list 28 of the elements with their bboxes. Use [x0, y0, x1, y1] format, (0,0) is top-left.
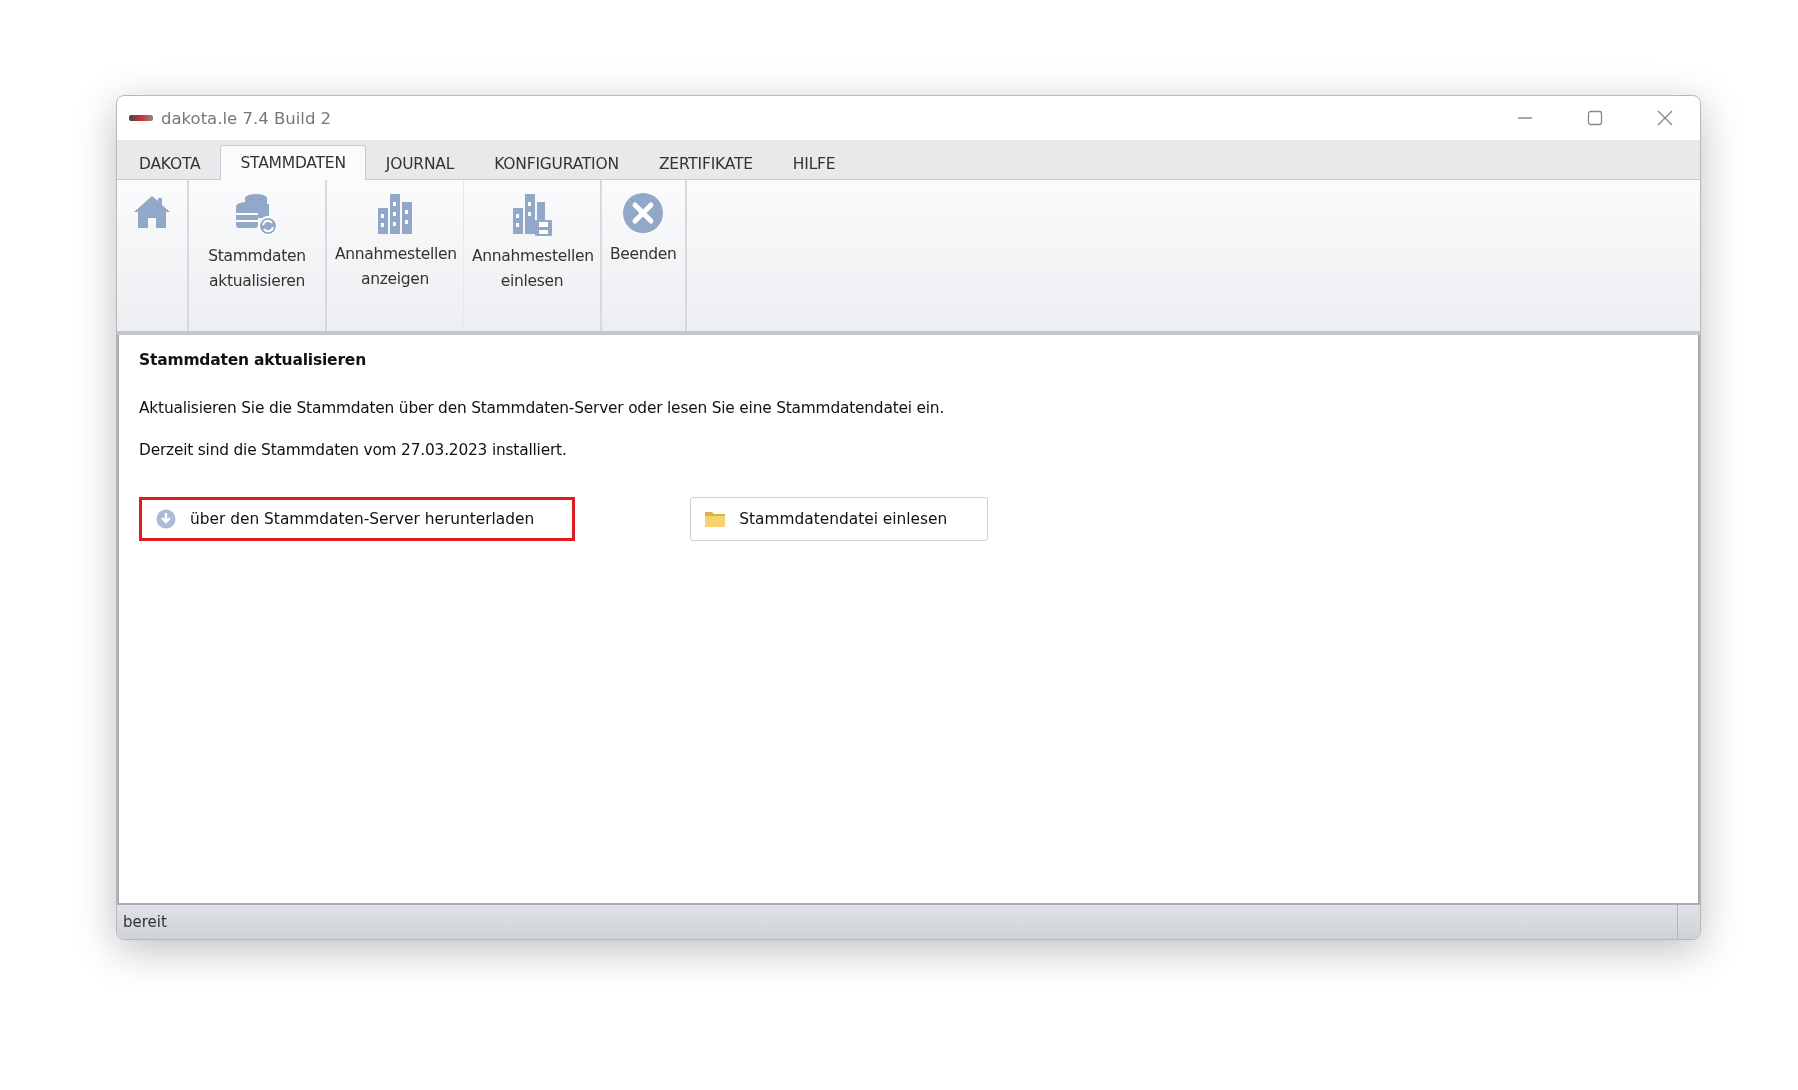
info-text: Derzeit sind die Stammdaten vom 27.03.2023 installiert.: [139, 441, 568, 459]
window-title: dakota.le 7.4 Build 2: [161, 108, 332, 128]
database-sync-icon: [235, 192, 279, 236]
building-floppy-icon: [511, 192, 553, 236]
folder-icon: [705, 511, 726, 527]
info-text: Aktualisieren Sie die Stammdaten über den Stammdaten-Server oder lesen Sie eine Stammdatendatei ein.: [139, 399, 946, 417]
ribbon-tab[interactable]: ZERTIFIKATE: [638, 147, 773, 180]
building-icon: [376, 192, 414, 234]
ribbon-tab[interactable]: JOURNAL: [365, 147, 475, 180]
maximize-icon: [1587, 110, 1603, 126]
action-button[interactable]: über den Stammdaten-Server herunterladen: [139, 497, 576, 541]
ribbon-button[interactable]: Beenden: [600, 180, 687, 331]
download-icon: [156, 509, 176, 529]
ribbon-tab[interactable]: KONFIGURATION: [474, 147, 639, 180]
ribbon-tab[interactable]: HILFE: [772, 147, 856, 180]
close-icon: [1657, 110, 1673, 126]
ribbon-button[interactable]: Annahmestellen einlesen: [463, 180, 600, 331]
close-icon: [622, 192, 665, 234]
status-text: bereit: [123, 913, 167, 931]
app-logo-icon: [129, 115, 153, 121]
ribbon-tab[interactable]: STAMMDATEN: [220, 145, 366, 180]
home-icon: [132, 194, 172, 230]
section-heading: Stammdaten aktualisieren: [139, 351, 367, 369]
minimize-icon: [1517, 117, 1533, 119]
action-button[interactable]: Stammdatendatei einlesen: [690, 497, 989, 541]
ribbon-tab[interactable]: DAKOTA: [119, 147, 221, 180]
ribbon-button[interactable]: Annahmestellen anzeigen: [325, 180, 463, 331]
ribbon-button[interactable]: Stammdaten aktualisieren: [187, 180, 325, 331]
